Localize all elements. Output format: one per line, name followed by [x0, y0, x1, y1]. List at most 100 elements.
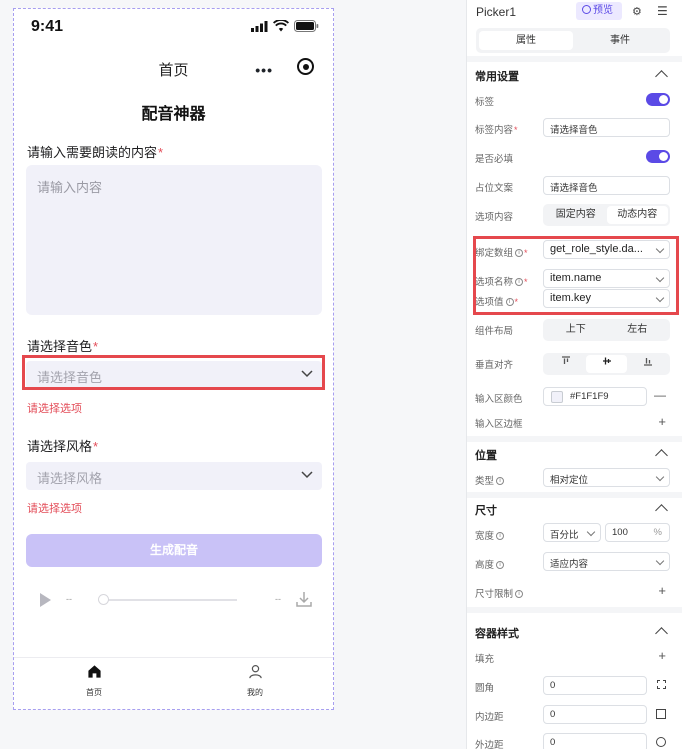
section-position-title: 位置: [475, 450, 497, 462]
panel-tabs: 属性 事件: [476, 28, 670, 53]
label-toggle[interactable]: [646, 93, 670, 106]
position-type-select[interactable]: 相对定位: [543, 468, 670, 487]
color-swatch[interactable]: [551, 391, 563, 403]
home-icon: [87, 665, 101, 678]
height-select[interactable]: 适应内容: [543, 552, 670, 571]
gear-icon[interactable]: ⚙: [632, 5, 642, 18]
chevron-down-icon: [586, 527, 596, 537]
divider: [467, 607, 682, 613]
phone-preview: 9:41 首页 ••• 配音神器 请输入需要朗读的内容* 请输入内容 请选择音色…: [13, 8, 334, 710]
info-icon[interactable]: i: [496, 477, 505, 486]
info-icon[interactable]: i: [515, 590, 524, 599]
preview-label: 预览: [593, 5, 613, 16]
layout-vertical[interactable]: 上下: [545, 321, 607, 339]
audio-progress-track[interactable]: [103, 599, 237, 601]
minus-icon[interactable]: —: [654, 388, 666, 402]
content-label-text: 请输入需要朗读的内容: [27, 145, 158, 160]
voice-label-text: 请选择音色: [27, 339, 93, 354]
label-content-input[interactable]: 请选择音色: [543, 118, 670, 137]
chevron-up-icon[interactable]: [655, 627, 668, 640]
width-label: 宽度 i: [475, 528, 505, 542]
fill-label: 填充: [475, 654, 495, 665]
margin-icon[interactable]: [656, 737, 666, 747]
chevron-up-icon[interactable]: [655, 70, 668, 83]
section-container-title: 容器样式: [475, 628, 519, 640]
input-bg-value: #F1F1F9: [570, 391, 609, 402]
plus-icon[interactable]: +: [658, 415, 666, 428]
radius-input[interactable]: 0: [543, 676, 647, 695]
plus-icon[interactable]: +: [658, 584, 666, 597]
preview-play-icon: [582, 5, 591, 14]
play-icon[interactable]: [40, 593, 51, 607]
margin-label: 外边距: [475, 740, 504, 749]
chevron-up-icon[interactable]: [655, 504, 668, 517]
position-type-text: 类型: [475, 476, 495, 487]
tab-properties[interactable]: 属性: [479, 31, 573, 50]
width-value-input[interactable]: 100%: [605, 523, 670, 542]
style-picker[interactable]: 请选择风格: [26, 462, 322, 490]
divider: [467, 492, 682, 498]
required-toggle-label: 是否必填: [475, 154, 514, 165]
status-bar: 9:41: [14, 9, 333, 45]
tab-home[interactable]: 首页: [64, 664, 124, 698]
options-fixed[interactable]: 固定内容: [545, 206, 607, 224]
menu-icon[interactable]: ☰: [657, 4, 668, 18]
more-icon[interactable]: •••: [255, 63, 273, 77]
width-unit-select[interactable]: 百分比: [543, 523, 601, 542]
height-label-text: 高度: [475, 560, 495, 571]
required-toggle[interactable]: [646, 150, 670, 163]
options-dynamic[interactable]: 动态内容: [606, 206, 668, 224]
margin-input[interactable]: 0: [543, 733, 647, 749]
width-value: 100: [612, 527, 628, 538]
width-unit-value: 百分比: [550, 530, 579, 541]
download-icon[interactable]: [295, 590, 313, 608]
style-error: 请选择选项: [27, 503, 82, 515]
signal-icon: [251, 20, 268, 32]
options-mode-switch: 固定内容 动态内容: [543, 204, 670, 226]
required-mark: *: [93, 339, 99, 354]
valign-label: 垂直对齐: [475, 360, 514, 371]
height-value: 适应内容: [550, 559, 589, 570]
chevron-up-icon[interactable]: [655, 449, 668, 462]
size-limit-label: 尺寸限制 i: [475, 586, 524, 600]
info-icon[interactable]: i: [496, 561, 505, 570]
generate-button[interactable]: 生成配音: [26, 534, 322, 567]
layout-switch: 上下 左右: [543, 319, 670, 341]
tab-events[interactable]: 事件: [573, 31, 667, 50]
wifi-icon: [273, 20, 289, 32]
component-name: Picker1: [476, 5, 517, 19]
input-bg-color-field[interactable]: #F1F1F9: [543, 387, 647, 406]
padding-icon[interactable]: [656, 709, 666, 719]
width-suffix: %: [653, 527, 662, 538]
preview-button[interactable]: 预览: [576, 2, 622, 20]
audio-player: -- --: [36, 589, 316, 611]
status-icons: [251, 20, 319, 32]
divider: [467, 436, 682, 442]
info-icon[interactable]: i: [496, 532, 505, 541]
style-placeholder: 请选择风格: [37, 471, 103, 486]
capsule-close-icon[interactable]: [297, 58, 314, 75]
padding-input[interactable]: 0: [543, 705, 647, 724]
plus-icon[interactable]: +: [658, 649, 666, 662]
placeholder-label: 占位文案: [475, 183, 514, 194]
align-top-icon[interactable]: [545, 355, 586, 373]
required-mark: *: [514, 125, 518, 135]
divider: [467, 56, 682, 62]
nav-title: 首页: [158, 62, 189, 79]
content-textarea[interactable]: 请输入内容: [26, 165, 322, 315]
highlight-box: [473, 236, 679, 315]
tab-mine[interactable]: 我的: [225, 664, 285, 698]
style-label: 请选择风格*: [27, 436, 98, 455]
corner-radius-icon[interactable]: [657, 680, 666, 689]
align-middle-icon[interactable]: [586, 355, 627, 373]
align-bottom-icon[interactable]: [627, 355, 668, 373]
content-label: 请输入需要朗读的内容*: [27, 142, 163, 161]
layout-label: 组件布局: [475, 326, 514, 337]
chevron-down-icon: [655, 556, 665, 566]
audio-progress-knob[interactable]: [98, 594, 109, 605]
user-icon: [248, 664, 262, 679]
audio-duration: --: [275, 594, 281, 604]
placeholder-input[interactable]: 请选择音色: [543, 176, 670, 195]
property-panel: Picker1 预览 ⚙ ☰ 属性 事件 常用设置 标签 标签内容* 请选择音色…: [466, 0, 682, 749]
layout-horizontal[interactable]: 左右: [607, 321, 669, 339]
